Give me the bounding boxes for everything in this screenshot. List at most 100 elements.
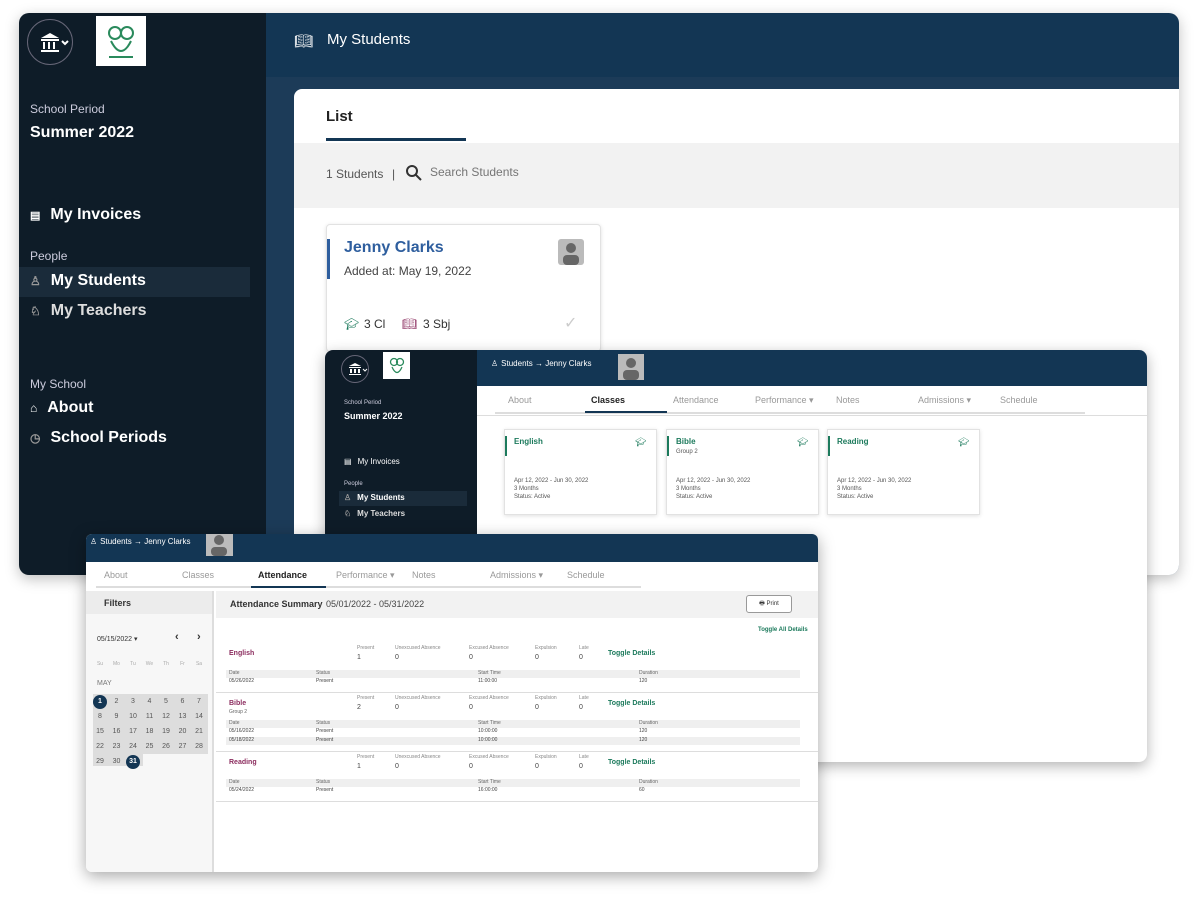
tab-about[interactable]: About xyxy=(104,570,128,580)
nav-school-periods[interactable]: ◷ School Periods xyxy=(30,429,167,447)
tab-schedule[interactable]: Schedule xyxy=(1000,395,1038,405)
calendar-day[interactable]: 5 xyxy=(159,698,173,705)
nav-about[interactable]: ⌂ About xyxy=(30,399,93,417)
toolbar-divider: | xyxy=(392,167,396,181)
nav-my-teachers-small[interactable]: ♘ My Teachers xyxy=(344,509,405,518)
calendar-day[interactable]: 15 xyxy=(93,728,107,735)
calendar-day[interactable]: 28 xyxy=(192,743,206,750)
calendar-day[interactable]: 13 xyxy=(176,713,190,720)
calendar-day[interactable]: 18 xyxy=(143,728,157,735)
school-period-label: School Period xyxy=(30,102,105,116)
calendar-day[interactable]: 26 xyxy=(159,743,173,750)
calendar-day[interactable]: 29 xyxy=(93,758,107,765)
class-card-bible[interactable]: Bible Group 2 🎓︎ Apr 12, 2022 - Jun 30, … xyxy=(666,429,819,515)
breadcrumb-students[interactable]: Students xyxy=(100,537,132,546)
nav-my-students[interactable]: ♙ My Students xyxy=(30,272,146,290)
detail-cell: 120 xyxy=(639,678,648,684)
calendar-day[interactable]: 1 xyxy=(93,695,107,709)
toggle-details[interactable]: Toggle Details xyxy=(608,700,655,707)
nav-my-invoices[interactable]: ▤ My Invoices xyxy=(30,206,141,224)
user-icon: ♙ xyxy=(491,359,499,368)
print-button[interactable]: 🖶︎ Print xyxy=(746,595,792,613)
date-select[interactable]: 05/15/2022 ▾ xyxy=(97,635,138,643)
calendar-day[interactable]: 19 xyxy=(159,728,173,735)
breadcrumb-students[interactable]: Students xyxy=(501,359,533,368)
tab-attendance[interactable]: Attendance xyxy=(673,395,719,405)
detail-cell: Present xyxy=(316,728,334,734)
school-menu-button-small[interactable] xyxy=(341,355,369,383)
search-input[interactable] xyxy=(430,161,630,183)
calendar-day[interactable]: 22 xyxy=(93,743,107,750)
calendar-day[interactable]: 25 xyxy=(143,743,157,750)
class-card-reading[interactable]: Reading 🎓︎ Apr 12, 2022 - Jun 30, 2022 3… xyxy=(827,429,980,515)
calendar-day[interactable]: 8 xyxy=(93,713,107,720)
calendar-day[interactable]: 10 xyxy=(126,713,140,720)
nav-my-teachers[interactable]: ♘ My Teachers xyxy=(30,302,147,320)
breadcrumb-arrow: → xyxy=(534,359,543,368)
calendar-day[interactable]: 24 xyxy=(126,743,140,750)
school-menu-button[interactable] xyxy=(27,19,73,65)
detail-cell: Present xyxy=(316,787,334,793)
summary-title: Attendance Summary xyxy=(230,599,323,609)
calendar-day[interactable]: 12 xyxy=(159,713,173,720)
calendar-day[interactable]: 30 xyxy=(110,758,124,765)
tab-performance[interactable]: Performance ▾ xyxy=(755,395,814,406)
tab-classes[interactable]: Classes xyxy=(182,570,214,580)
avatar xyxy=(206,534,233,556)
subject-divider xyxy=(216,751,818,752)
calendar-day[interactable]: 31 xyxy=(126,755,140,769)
calendar-day[interactable]: 14 xyxy=(192,713,206,720)
nav-about-label: About xyxy=(47,399,94,416)
toggle-details[interactable]: Toggle Details xyxy=(608,650,655,657)
breadcrumb: ♙ Students → Jenny Clarks xyxy=(90,537,190,546)
calendar-day[interactable]: 3 xyxy=(126,698,140,705)
calendar-day[interactable]: 21 xyxy=(192,728,206,735)
toggle-details[interactable]: Toggle Details xyxy=(608,759,655,766)
tab-list[interactable]: List xyxy=(326,108,353,125)
calendar-day[interactable]: 4 xyxy=(143,698,157,705)
calendar-day[interactable]: 6 xyxy=(176,698,190,705)
toggle-all-details[interactable]: Toggle All Details xyxy=(758,627,808,633)
school-period-value: Summer 2022 xyxy=(30,124,135,141)
nav-my-students-small-label: My Students xyxy=(357,493,405,502)
next-month-button[interactable]: › xyxy=(197,631,201,643)
calendar-day[interactable]: 20 xyxy=(176,728,190,735)
calendar-day[interactable]: 16 xyxy=(110,728,124,735)
calendar-day[interactable]: 11 xyxy=(143,713,157,720)
tab-notes[interactable]: Notes xyxy=(412,570,436,580)
student-card[interactable]: Jenny Clarks Added at: May 19, 2022 🎓︎ 3… xyxy=(326,224,601,352)
tab-attendance[interactable]: Attendance xyxy=(258,570,307,580)
class-card-english[interactable]: English 🎓︎ Apr 12, 2022 - Jun 30, 2022 3… xyxy=(504,429,657,515)
calendar-day[interactable]: 23 xyxy=(110,743,124,750)
attendance-col-value: 0 xyxy=(469,763,473,770)
tab-admissions[interactable]: Admissions ▾ xyxy=(918,395,971,406)
calendar-day[interactable]: 2 xyxy=(110,698,124,705)
calendar-day[interactable]: 17 xyxy=(126,728,140,735)
calendar-day[interactable]: 27 xyxy=(176,743,190,750)
tab-schedule[interactable]: Schedule xyxy=(567,570,605,580)
search-icon[interactable] xyxy=(405,164,423,182)
tab-notes[interactable]: Notes xyxy=(836,395,860,405)
detail-col-header: Status xyxy=(316,670,331,676)
avatar xyxy=(618,354,644,380)
calendar-day[interactable]: 9 xyxy=(110,713,124,720)
attendance-col-header: Present xyxy=(357,695,375,701)
tab-classes[interactable]: Classes xyxy=(591,395,625,405)
weekday-label: Th xyxy=(163,661,169,667)
detail-header-bg xyxy=(226,670,800,678)
class-dates: Apr 12, 2022 - Jun 30, 2022 xyxy=(676,478,751,484)
detail-cell: 10:00:00 xyxy=(478,728,498,734)
tab-about[interactable]: About xyxy=(508,395,532,405)
detail-cell: 05/18/2022 xyxy=(229,737,255,743)
detail-header-bg xyxy=(226,720,800,728)
tab-admissions[interactable]: Admissions ▾ xyxy=(490,570,543,581)
prev-month-button[interactable]: ‹ xyxy=(175,631,179,643)
attendance-col-value: 1 xyxy=(357,654,361,661)
class-card-accent xyxy=(667,436,669,456)
calendar-day[interactable]: 7 xyxy=(192,698,206,705)
nav-my-students-small[interactable]: ♙ My Students xyxy=(344,493,405,502)
teacher-icon: ♘ xyxy=(344,509,352,518)
student-name[interactable]: Jenny Clarks xyxy=(344,239,444,257)
nav-my-invoices-small[interactable]: ▤ My Invoices xyxy=(344,457,400,466)
tab-performance[interactable]: Performance ▾ xyxy=(336,570,395,581)
